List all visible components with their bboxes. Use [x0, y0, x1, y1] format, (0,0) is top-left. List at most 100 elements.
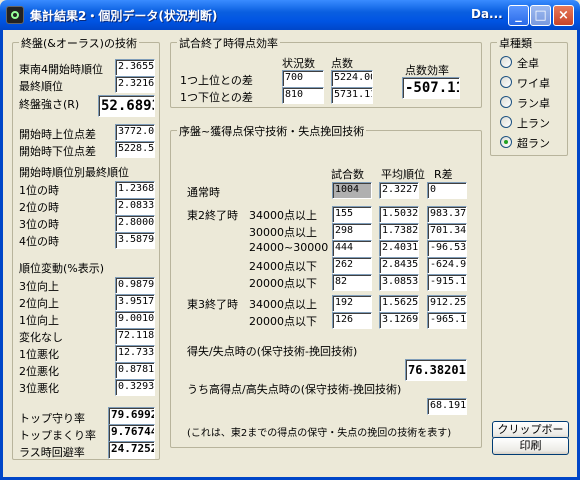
east2-row-2-games[interactable]: 298 [332, 223, 372, 240]
shift-label-7: 3位悪化 [19, 382, 59, 395]
strength-label: 終盤強さ(R) [19, 98, 80, 111]
efficiency-upper-points[interactable]: 5224.00 [331, 70, 373, 87]
east2-row-5-avg[interactable]: 3.08536 [379, 274, 419, 291]
by-rank-label-1: 1位の時 [19, 184, 59, 197]
east2-row-5-games[interactable]: 82 [332, 274, 372, 291]
radio-circle-wide[interactable] [500, 76, 512, 88]
east2-row-1-label: 34000点以上 [249, 209, 317, 222]
shift-value-4[interactable]: 72.1185 [115, 328, 155, 345]
normal-r[interactable]: 0 [427, 182, 467, 199]
normal-avg[interactable]: 2.32270 [379, 182, 419, 199]
shift-value-3[interactable]: 9.00109 [115, 311, 155, 328]
shift-title: 順位変動(%表示) [19, 262, 105, 275]
by-rank-value-1[interactable]: 1.23684 [115, 181, 155, 198]
top-hold-value[interactable]: 79.6992 [108, 407, 155, 425]
east3-row-2-r[interactable]: -965.13 [427, 312, 467, 329]
east2-row-4-games[interactable]: 262 [332, 257, 372, 274]
efficiency-upper-label: 1つ上位との差 [180, 74, 253, 87]
efficiency-lower-status[interactable]: 810 [282, 87, 324, 104]
close-button[interactable]: × [553, 5, 574, 26]
window-title: 集計結果2・個別データ(状況判断) [30, 9, 218, 23]
efficiency-upper-status[interactable]: 700 [282, 70, 324, 87]
shift-value-7[interactable]: 0.32930 [115, 379, 155, 396]
top-comeback-label: トップまくり率 [19, 429, 96, 442]
east2-row-3-avg[interactable]: 2.40315 [379, 240, 419, 257]
protect-col-games: 試合数 [331, 168, 364, 181]
last-avoid-value[interactable]: 24.7252 [108, 441, 155, 459]
top-comeback-value[interactable]: 9.76744 [108, 424, 155, 442]
efficiency-col-eff: 点数効率 [405, 64, 449, 77]
radio-label-super: 超ラン [517, 137, 550, 150]
shift-label-1: 3位向上 [19, 280, 59, 293]
efficiency-col-status: 状況数 [282, 57, 315, 70]
east3-row-1-avg[interactable]: 1.56250 [379, 295, 419, 312]
east2-row-1-r[interactable]: 983.379 [427, 206, 467, 223]
window-frame-left [0, 30, 3, 480]
efficiency-value[interactable]: -507.11 [402, 77, 460, 99]
gain-loss-label: 得失/失点時の(保守技術-挽回技術) [187, 345, 358, 358]
east3-row-2-games[interactable]: 126 [332, 312, 372, 329]
high-gain-value[interactable]: 68.1918 [427, 398, 467, 415]
east4-start-label: 東南4開始時順位 [19, 63, 103, 76]
east2-row-1-avg[interactable]: 1.50322 [379, 206, 419, 223]
east2-row-4-label: 24000点以下 [249, 260, 317, 273]
protect-note: (これは、東2までの得点の保守・失点の挽回の技術を表す) [187, 428, 452, 439]
endgame-group-title: 終盤(&オーラス)の技術 [19, 35, 139, 51]
by-rank-value-3[interactable]: 2.80000 [115, 215, 155, 232]
efficiency-col-points: 点数 [331, 57, 353, 70]
final-rank-value[interactable]: 2.32162 [115, 76, 155, 93]
east3-row-1-r[interactable]: 912.250 [427, 295, 467, 312]
minimize-button[interactable]: _ [508, 5, 529, 26]
maximize-button[interactable]: □ [530, 5, 551, 26]
protect-group-title: 序盤~獲得点保守技術・失点挽回技術 [177, 123, 367, 139]
east3-row-2-avg[interactable]: 3.12698 [379, 312, 419, 329]
by-rank-value-2[interactable]: 2.08333 [115, 198, 155, 215]
lower-gap-label: 開始時下位点差 [19, 145, 96, 158]
radio-label-upper: 上ラン [517, 117, 550, 130]
strength-value[interactable]: 52.6893 [98, 95, 155, 117]
print-button[interactable]: 印刷 [492, 437, 569, 455]
shift-value-6[interactable]: 0.87815 [115, 362, 155, 379]
east4-start-value[interactable]: 2.36553 [115, 59, 155, 76]
by-rank-label-3: 3位の時 [19, 218, 59, 231]
radio-label-wide: ワイ卓 [517, 77, 550, 90]
radio-label-all: 全卓 [517, 57, 539, 70]
east2-row-4-r[interactable]: -624.96 [427, 257, 467, 274]
east2-row-3-games[interactable]: 444 [332, 240, 372, 257]
radio-circle-all[interactable] [500, 56, 512, 68]
upper-gap-label: 開始時上位点差 [19, 128, 96, 141]
efficiency-lower-label: 1つ下位との差 [180, 91, 253, 104]
by-rank-label-4: 4位の時 [19, 235, 59, 248]
east2-row-3-r[interactable]: -96.532 [427, 240, 467, 257]
east2-row-5-r[interactable]: -915.18 [427, 274, 467, 291]
gain-loss-value[interactable]: 76.38201 [405, 359, 467, 381]
east2-label: 東2終了時 [187, 209, 238, 222]
shift-value-1[interactable]: 0.98792 [115, 277, 155, 294]
shift-label-4: 変化なし [19, 331, 63, 344]
normal-games[interactable]: 1004 [332, 182, 372, 199]
shift-label-5: 1位悪化 [19, 348, 59, 361]
shift-value-5[interactable]: 12.7332 [115, 345, 155, 362]
app-icon[interactable] [6, 6, 24, 24]
radio-circle-ranked[interactable] [500, 96, 512, 108]
by-rank-label-2: 2位の時 [19, 201, 59, 214]
east2-row-2-avg[interactable]: 1.73825 [379, 223, 419, 240]
east3-row-1-games[interactable]: 192 [332, 295, 372, 312]
window-title-suffix: Da... [471, 7, 503, 21]
lower-gap-value[interactable]: 5228.53 [115, 141, 155, 158]
radio-circle-upper[interactable] [500, 116, 512, 128]
east2-row-1-games[interactable]: 155 [332, 206, 372, 223]
efficiency-group-title: 試合終了時得点効率 [177, 35, 280, 51]
title-bar[interactable]: 集計結果2・個別データ(状況判断) Da... _ □ × [0, 0, 580, 30]
east2-row-2-label: 30000点以上 [249, 226, 317, 239]
efficiency-lower-points[interactable]: 5731.11 [331, 87, 373, 104]
radio-label-ranked: ラン卓 [517, 97, 550, 110]
upper-gap-value[interactable]: 3772.09 [115, 124, 155, 141]
final-rank-label: 最終順位 [19, 80, 63, 93]
shift-value-2[interactable]: 3.95170 [115, 294, 155, 311]
by-rank-title: 開始時順位別最終順位 [19, 166, 129, 179]
by-rank-value-4[interactable]: 3.58791 [115, 232, 155, 249]
east2-row-2-r[interactable]: 701.344 [427, 223, 467, 240]
east2-row-4-avg[interactable]: 2.84351 [379, 257, 419, 274]
radio-circle-super[interactable] [500, 136, 512, 148]
